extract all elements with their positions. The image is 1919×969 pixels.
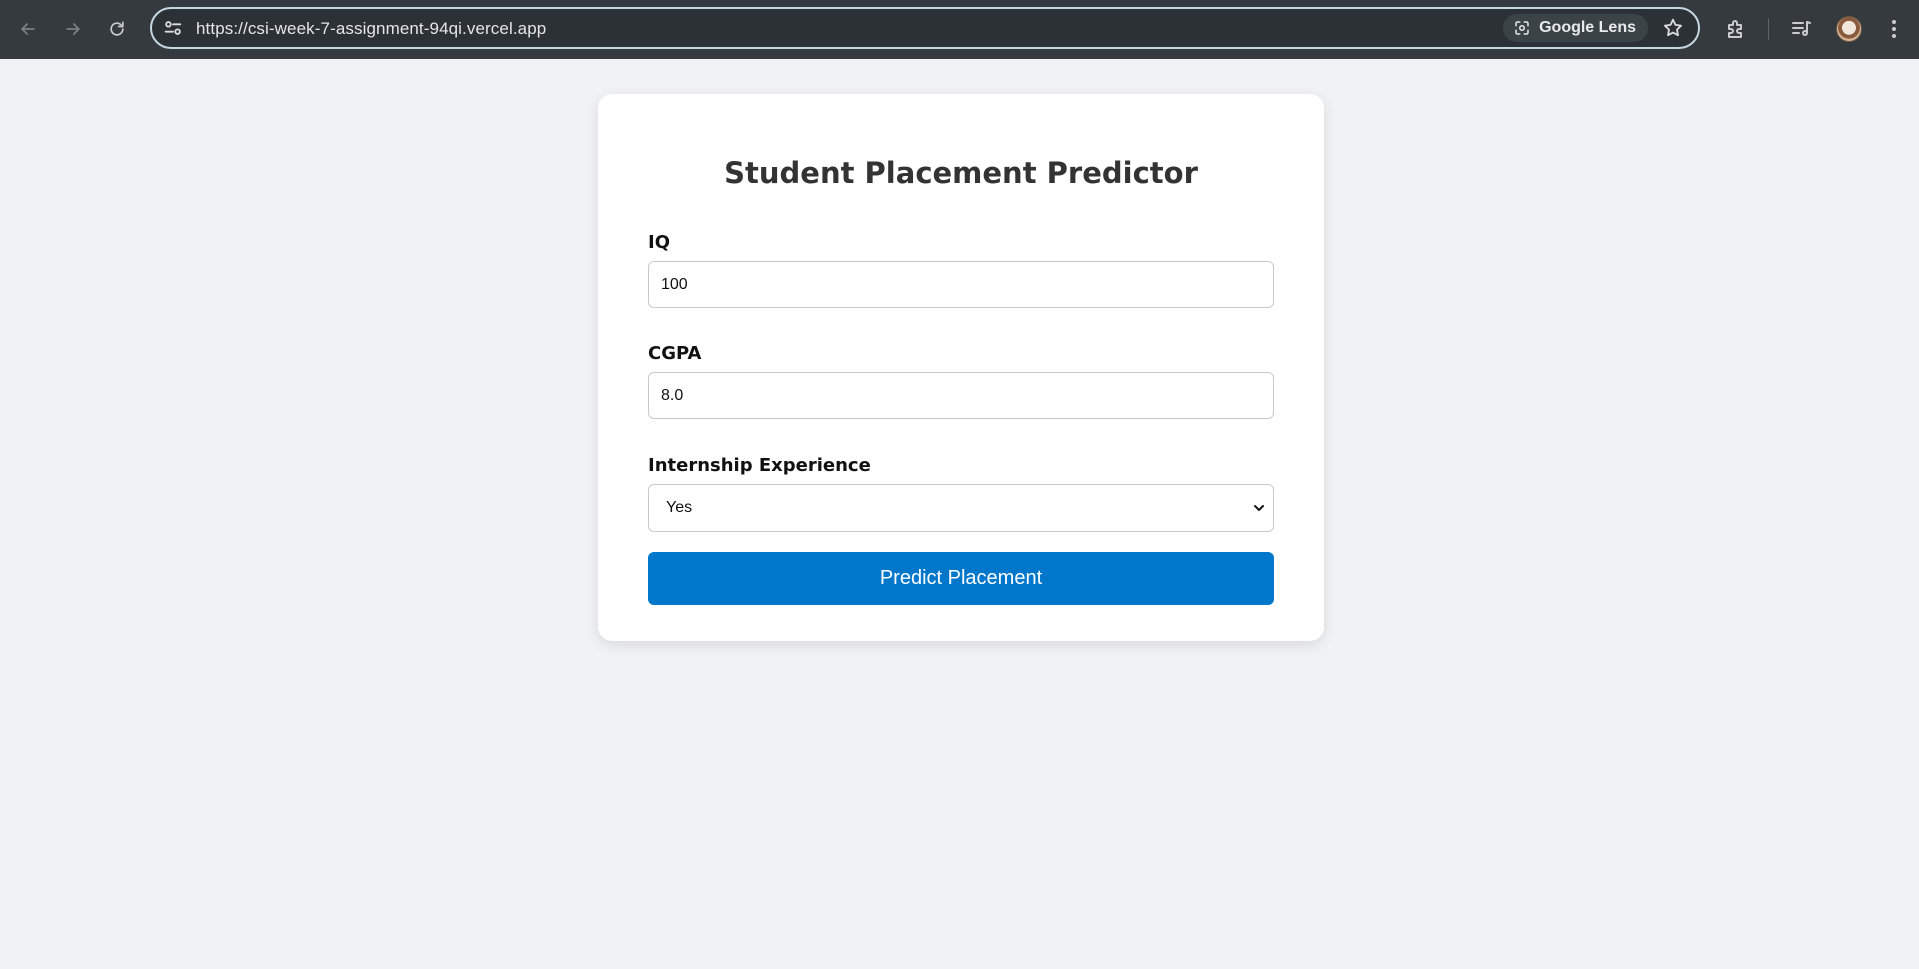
address-bar[interactable]: https://csi-week-7-assignment-94qi.verce… [150, 7, 1700, 49]
kebab-menu-icon[interactable] [1882, 17, 1906, 41]
internship-selected-value: Yes [666, 499, 693, 516]
tune-icon[interactable] [162, 17, 184, 39]
page-title: Student Placement Predictor [724, 156, 1198, 190]
url-text[interactable]: https://csi-week-7-assignment-94qi.verce… [196, 19, 546, 39]
predict-placement-button[interactable]: Predict Placement [648, 552, 1274, 605]
google-lens-label: Google Lens [1539, 19, 1636, 36]
internship-select[interactable]: Yes [648, 484, 1274, 532]
chevron-down-icon [1254, 505, 1264, 511]
browser-toolbar: https://csi-week-7-assignment-94qi.verce… [0, 0, 1919, 59]
iq-input[interactable] [648, 261, 1274, 308]
media-queue-icon[interactable] [1790, 17, 1814, 41]
arrow-right-icon [66, 23, 80, 35]
iq-label: IQ [648, 232, 670, 253]
avatar[interactable] [1836, 16, 1862, 42]
predictor-card: Student Placement Predictor IQ CGPA Inte… [598, 94, 1324, 641]
reload-icon [110, 21, 124, 36]
star-icon[interactable] [1662, 17, 1684, 39]
back-button[interactable] [15, 16, 41, 42]
cgpa-input[interactable] [648, 372, 1274, 419]
internship-label: Internship Experience [648, 455, 871, 476]
cgpa-label: CGPA [648, 343, 702, 364]
google-lens-icon [1515, 21, 1529, 35]
toolbar-divider [1768, 18, 1769, 40]
puzzle-icon[interactable] [1724, 17, 1748, 41]
arrow-left-icon [21, 23, 35, 35]
reload-button[interactable] [104, 16, 130, 42]
google-lens-button[interactable]: Google Lens [1503, 14, 1648, 42]
forward-button[interactable] [60, 16, 86, 42]
